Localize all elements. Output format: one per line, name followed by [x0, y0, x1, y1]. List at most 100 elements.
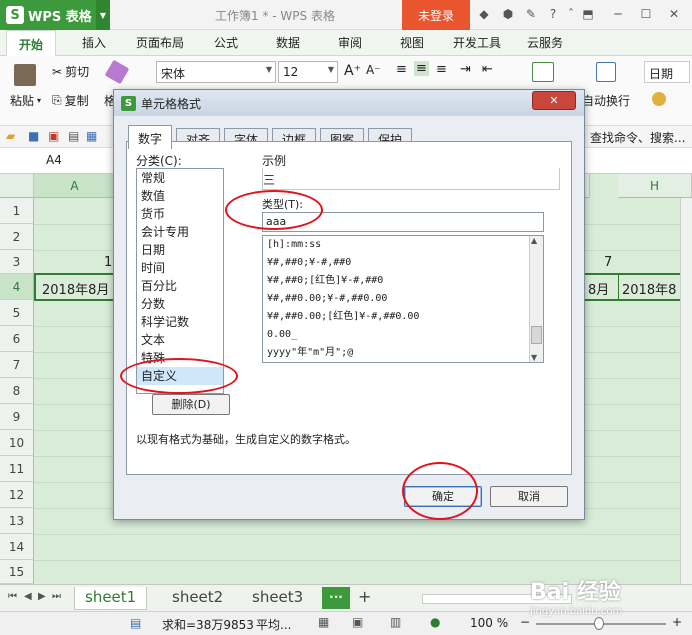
row-header[interactable]: 12: [0, 482, 34, 508]
cell-g3[interactable]: 7: [604, 255, 612, 270]
font-grow-button[interactable]: A⁺: [344, 63, 361, 79]
next-sheet-icon[interactable]: ▶: [38, 591, 46, 602]
row-header[interactable]: 10: [0, 430, 34, 456]
print-icon[interactable]: ▤: [68, 129, 79, 143]
question-icon[interactable]: ?: [545, 6, 561, 22]
dialog-close-button[interactable]: ✕: [532, 91, 576, 110]
delete-button[interactable]: 删除(D): [152, 394, 230, 415]
first-sheet-icon[interactable]: ⏮: [8, 591, 17, 602]
category-item[interactable]: 时间: [137, 259, 223, 277]
minimize-icon[interactable]: ─: [610, 6, 626, 22]
tab-data[interactable]: 数据: [276, 34, 300, 51]
reading-mode-icon[interactable]: ●: [430, 615, 440, 629]
sheet-tab-3[interactable]: sheet3: [242, 587, 313, 610]
chevron-down-icon[interactable]: ▼: [96, 0, 110, 30]
app-menu-button[interactable]: S WPS 表格 ▼: [0, 0, 110, 30]
zoom-out-icon[interactable]: −: [520, 615, 530, 629]
format-list[interactable]: [h]:mm:ss ¥#,##0;¥-#,##0 ¥#,##0;[红色]¥-#,…: [262, 235, 544, 363]
row-header[interactable]: 13: [0, 508, 34, 534]
format-item[interactable]: ¥#,##0;[红色]¥-#,##0: [263, 272, 543, 290]
format-item[interactable]: yyyy"年"m"月";@: [263, 344, 543, 362]
format-painter-icon[interactable]: [104, 59, 130, 85]
copy-button[interactable]: ⎘ 复制: [52, 92, 89, 109]
open-folder-icon[interactable]: ▰: [6, 129, 15, 143]
column-header-h[interactable]: H: [618, 174, 692, 198]
tab-formula[interactable]: 公式: [214, 34, 238, 51]
row-header[interactable]: 9: [0, 404, 34, 430]
cut-button[interactable]: ✂ 剪切: [52, 63, 89, 80]
skin-icon[interactable]: ◆: [476, 6, 492, 22]
row-header[interactable]: 8: [0, 378, 34, 404]
format-item[interactable]: ¥#,##0;¥-#,##0: [263, 254, 543, 272]
outdent-icon[interactable]: ⇤: [482, 62, 493, 77]
row-header[interactable]: 14: [0, 534, 34, 560]
sheet-tab-2[interactable]: sheet2: [162, 587, 233, 610]
wrap-text-icon[interactable]: [596, 62, 616, 82]
font-name-select[interactable]: 宋体 ▼: [156, 61, 276, 83]
currency-icon[interactable]: [652, 92, 666, 106]
category-item[interactable]: 数值: [137, 187, 223, 205]
tab-number[interactable]: 数字: [128, 125, 173, 149]
tab-developer[interactable]: 开发工具: [453, 34, 501, 51]
page-layout-view-icon[interactable]: ▣: [352, 615, 363, 629]
format-item[interactable]: [h]:mm:ss: [263, 236, 543, 254]
cancel-button[interactable]: 取消: [490, 486, 568, 507]
paste-icon[interactable]: [14, 64, 36, 86]
align-bottom-icon[interactable]: ≡: [436, 62, 447, 77]
tab-view[interactable]: 视图: [400, 34, 424, 51]
sheet-tab-1[interactable]: sheet1: [74, 587, 148, 610]
print-preview-icon[interactable]: ▣: [48, 129, 59, 143]
tab-page-layout[interactable]: 页面布局: [136, 34, 184, 51]
align-top-icon[interactable]: ≡: [396, 62, 407, 77]
align-middle-icon[interactable]: ≡: [414, 61, 429, 76]
cell-h4[interactable]: 2018年8: [622, 279, 676, 298]
restore-window-icon[interactable]: ⬒: [580, 6, 596, 22]
cell-g4[interactable]: 8月: [588, 279, 609, 298]
cell-a4[interactable]: 2018年8月: [42, 279, 109, 298]
search-command-input[interactable]: 查找命令、搜索...: [590, 129, 685, 146]
row-header[interactable]: 5: [0, 300, 34, 326]
scroll-thumb[interactable]: [531, 326, 542, 344]
auto-wrap-button[interactable]: 自动换行: [582, 92, 630, 109]
prev-sheet-icon[interactable]: ◀: [24, 591, 32, 602]
tab-home[interactable]: 开始: [6, 30, 57, 56]
font-shrink-button[interactable]: A⁻: [366, 63, 381, 77]
row-header[interactable]: 1: [0, 198, 34, 224]
category-item[interactable]: 会计专用: [137, 223, 223, 241]
number-format-select[interactable]: 日期: [644, 61, 690, 83]
format-list-scrollbar[interactable]: ▲ ▼: [529, 236, 543, 362]
format-item[interactable]: ¥#,##0.00;[红色]¥-#,##0.00: [263, 308, 543, 326]
category-item[interactable]: 货币: [137, 205, 223, 223]
more-sheets-button[interactable]: ···: [322, 587, 350, 609]
category-item[interactable]: 常规: [137, 169, 223, 187]
row-header[interactable]: 2: [0, 224, 34, 250]
indent-icon[interactable]: ⇥: [460, 62, 471, 77]
row-header[interactable]: 6: [0, 326, 34, 352]
export-icon[interactable]: ▦: [86, 129, 97, 143]
cube-icon[interactable]: ⬢: [500, 6, 516, 22]
login-button[interactable]: 未登录: [402, 0, 470, 30]
save-icon[interactable]: ■: [28, 129, 39, 143]
add-sheet-button[interactable]: +: [358, 587, 371, 606]
close-window-icon[interactable]: ✕: [666, 6, 682, 22]
category-item[interactable]: 科学记数: [137, 313, 223, 331]
format-item[interactable]: ¥#,##0.00;¥-#,##0.00: [263, 290, 543, 308]
vertical-scrollbar[interactable]: [680, 198, 692, 584]
tab-cloud[interactable]: 云服务: [527, 34, 563, 51]
paste-button[interactable]: 粘贴 ▾: [10, 92, 41, 109]
merge-cells-icon[interactable]: [532, 62, 554, 82]
scroll-down-icon[interactable]: ▼: [531, 353, 537, 362]
font-size-select[interactable]: 12 ▼: [278, 61, 338, 83]
maximize-icon[interactable]: ☐: [638, 6, 654, 22]
category-item[interactable]: 分数: [137, 295, 223, 313]
row-header[interactable]: 3: [0, 250, 34, 274]
row-header[interactable]: 15: [0, 560, 34, 584]
row-header[interactable]: 11: [0, 456, 34, 482]
column-header-a[interactable]: A: [34, 174, 116, 198]
tab-review[interactable]: 审阅: [338, 34, 362, 51]
normal-view-icon[interactable]: ▦: [318, 615, 329, 629]
scroll-up-icon[interactable]: ▲: [531, 236, 537, 245]
category-item[interactable]: 文本: [137, 331, 223, 349]
row-header[interactable]: 4: [0, 274, 34, 300]
last-sheet-icon[interactable]: ⏭: [52, 591, 61, 602]
